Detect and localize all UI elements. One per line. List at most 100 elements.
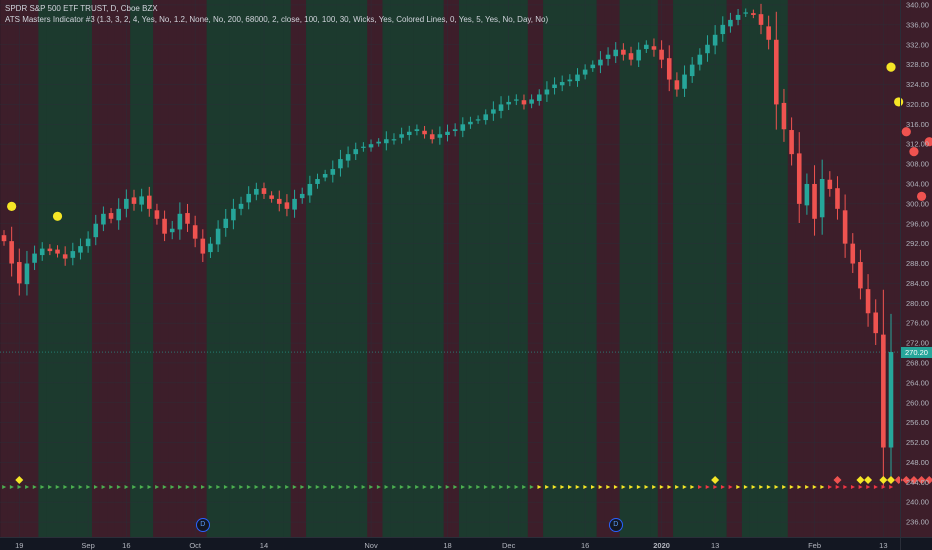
background-band [780,0,789,537]
background-band [436,0,444,537]
candle-body [422,130,427,135]
candle-body [384,139,389,144]
candle-body [536,94,542,101]
background-band [114,0,123,537]
candle-body [284,202,290,209]
candle-body [353,149,359,155]
background-band [527,0,536,537]
candle-body [651,46,657,50]
background-band [741,0,750,537]
candle-body [628,53,634,60]
price-axis-label: 316.00 [906,120,929,129]
background-band [267,0,276,537]
background-band [543,0,552,537]
background-band [145,0,154,537]
background-band [328,0,337,537]
price-axis-label: 276.00 [906,319,929,328]
candle-body [720,24,726,35]
candle-body [85,238,91,247]
candle-body [146,195,152,209]
candle-body [544,89,550,95]
candle-body [254,188,259,195]
time-axis-label: 13 [711,541,719,550]
candle-body [246,193,251,203]
dividend-event-badge[interactable]: D [608,518,623,532]
symbol-legend[interactable]: SPDR S&P 500 ETF TRUST, D, Cboe BZX [5,3,548,14]
candle-body [605,54,611,59]
candle-body [636,49,641,61]
background-band [336,0,345,537]
price-axis-label: 308.00 [906,160,929,169]
background-band [787,0,796,537]
background-band [818,0,827,537]
indicator-legend[interactable]: ATS Masters Indicator #3 (1.3, 3, 2, 4, … [5,14,548,25]
background-band [321,0,330,537]
candle-body [32,253,37,263]
candle-body [70,251,76,258]
price-axis-label: 300.00 [906,199,929,208]
background-band [68,0,77,537]
price-axis-label: 324.00 [906,80,929,89]
candle-body [47,248,53,252]
candle-body [437,134,443,138]
candle-body [238,203,244,209]
price-axis-label: 248.00 [906,458,929,467]
candle-body [315,179,320,184]
candle-body [781,102,787,130]
time-axis-label: Oct [189,541,202,550]
candle-body [666,58,672,80]
candle-body [529,99,534,104]
candle-body [24,263,30,285]
price-axis-label: 304.00 [906,179,929,188]
price-axis-label: 256.00 [906,418,929,427]
candle-body [139,196,144,205]
candle-body [330,169,336,175]
background-band [474,0,483,537]
price-axis-label: 320.00 [906,100,929,109]
candle-body [598,59,603,66]
candle-body [835,188,840,209]
price-axis-label: 280.00 [906,299,929,308]
candle-body [307,183,313,196]
background-band [298,0,307,537]
background-band [221,0,230,537]
background-band [864,0,873,537]
price-chart[interactable]: 340.00 336.00 332.00 328.00 324.00 320.00 316.… [0,0,932,550]
signal-dot [52,211,63,221]
candle-body [124,198,129,209]
price-axis-label: 244.00 [906,478,929,487]
candle-body [322,174,328,178]
background-band [894,0,903,537]
candle-body [338,159,343,169]
price-axis-label: 292.00 [906,239,929,248]
candle-body [101,213,106,225]
background-band [795,0,804,537]
candle-body [55,249,60,254]
candle-body [131,197,137,204]
background-band [76,0,85,537]
candle-body [514,99,519,101]
candle-body [582,69,588,75]
background-band [420,0,429,537]
background-band [313,0,322,537]
time-axis-label: Nov [364,541,378,550]
candle-body [169,228,175,233]
background-band [634,0,643,537]
candle-body [590,64,596,69]
background-band [382,0,391,537]
candle-body [361,146,366,148]
background-band [833,0,842,537]
background-band [290,0,299,537]
candle-body [728,19,733,27]
candle-body [751,13,756,15]
background-band [53,0,62,537]
price-axis-label: 340.00 [906,0,929,9]
background-band [252,0,261,537]
background-band [344,0,353,537]
candle-body [758,14,764,25]
dividend-event-badge[interactable]: D [195,518,210,532]
chart-container[interactable]: 340.00 336.00 332.00 328.00 324.00 320.00 316.… [0,0,932,550]
background-band [168,0,177,537]
candle-body [552,84,557,89]
candle-body [177,213,183,230]
